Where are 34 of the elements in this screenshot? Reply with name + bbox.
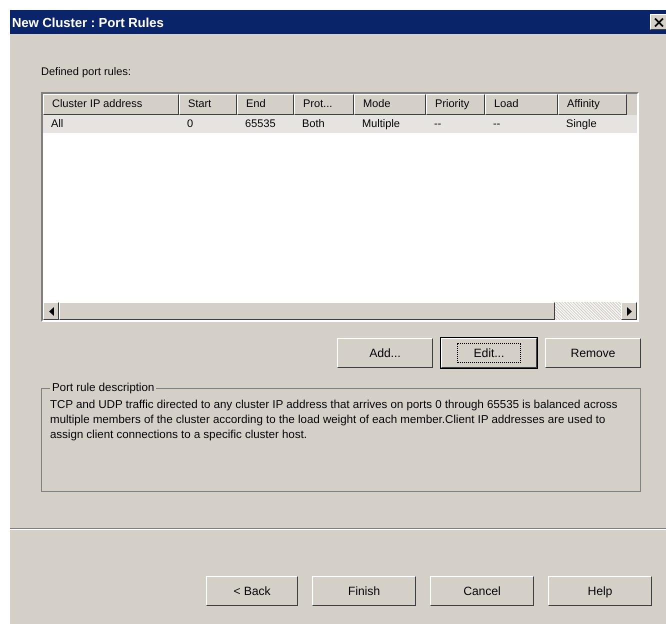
group-title: Port rule description [51,382,156,394]
close-button[interactable] [650,14,666,30]
table-cell-text: 65535 [244,118,277,130]
table-cell-text: -- [433,118,442,130]
footer-button[interactable]: Finish [312,576,416,606]
table-cell-text: Single [565,118,598,130]
footer-button[interactable]: Cancel [430,576,534,606]
table-cell-text: -- [492,118,502,130]
scroll-thumb[interactable] [59,302,555,320]
description-text: TCP and UDP traffic directed to any cluster IP address that arrives on ports 0 through 65535 is balanced across multiple members of the cluster according to the load weight of each member.Client IP addresses are used to assign client connections to a specific cluster host. [50,398,618,443]
window-title: New Cluster : Port Rules [12,14,164,30]
list-label: Defined port rules: [41,66,132,80]
table-cell-text: Multiple [361,118,401,130]
left-arrow-icon [48,306,54,316]
footer-button[interactable]: < Back [206,576,298,606]
table-cell-text: All [50,118,64,130]
column-header[interactable]: Prot... [294,94,354,115]
table-cell-text: 0 [186,118,194,130]
column-header[interactable]: Mode [354,94,426,115]
rule-button[interactable]: Add... [337,338,433,368]
footer-button[interactable]: Help [548,576,652,606]
close-icon [654,18,664,26]
horizontal-scrollbar[interactable] [43,302,637,320]
column-header[interactable]: Start [179,94,237,115]
column-header[interactable]: End [237,94,294,115]
table-cell-text: Both [301,118,326,130]
table-row[interactable]: All 0 65535 Both Multiple -- -- Single [43,115,637,133]
column-header[interactable]: Affinity [558,94,627,115]
rule-button[interactable]: Remove [545,338,641,368]
column-header[interactable]: Load [485,94,558,115]
column-header[interactable]: Priority [426,94,485,115]
rule-button[interactable]: Edit... [441,338,537,368]
column-header[interactable]: Cluster IP address [43,94,179,115]
right-arrow-icon [626,306,632,316]
